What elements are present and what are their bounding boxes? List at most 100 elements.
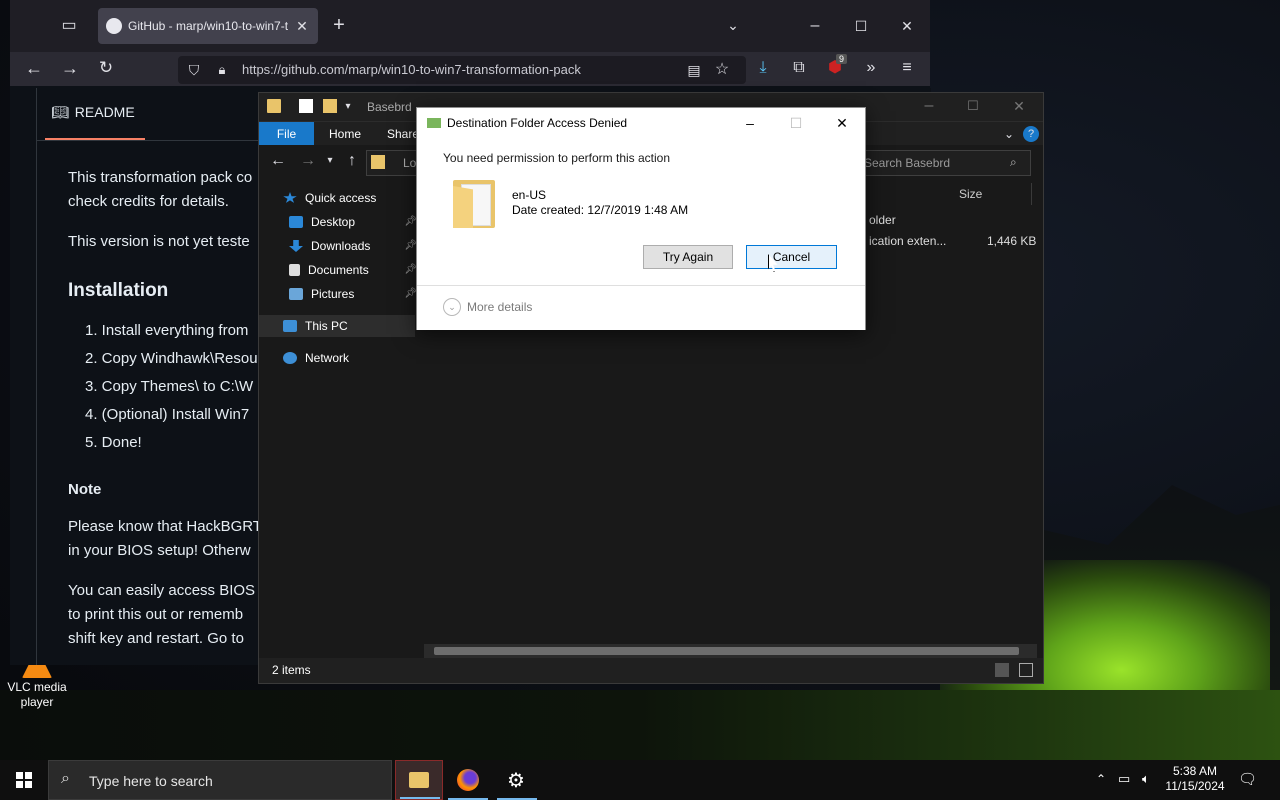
network-icon [283,352,297,364]
clock[interactable]: 5:38 AM 11/15/2024 [1160,764,1230,794]
chevron-down-icon[interactable]: ⌄ [724,17,742,33]
note-line: Please know that HackBGRT [68,518,262,535]
overflow-menu-icon[interactable]: » [862,60,880,76]
details-view-icon[interactable] [995,663,1009,677]
nav-this-pc[interactable]: This PC [259,315,415,337]
browser-tab[interactable]: GitHub - marp/win10-to-win7-transformati… [98,8,318,44]
new-tab-icon[interactable]: + [330,15,348,35]
maximize-icon[interactable]: ☐ [852,18,870,34]
taskbar-file-explorer[interactable] [395,760,443,800]
nav-label: Pictures [311,287,355,301]
nav-label: This PC [305,319,348,333]
url-bar[interactable]: ⛉ 🔒︎ https://github.com/marp/win10-to-wi… [178,56,746,84]
close-icon[interactable]: ✕ [819,112,865,134]
dialog-title: Destination Folder Access Denied [447,116,628,130]
shield-icon[interactable]: ⛉ [186,62,202,78]
large-icons-view-icon[interactable] [1019,663,1033,677]
back-icon[interactable]: ← [269,153,287,169]
navigation-pane: Quick access Desktop 📌︎ Downloads 📌︎ Docum… [259,183,417,653]
back-icon[interactable]: ← [24,59,44,77]
forward-icon[interactable]: → [299,153,317,169]
help-icon[interactable]: ? [1023,126,1039,142]
minimize-icon[interactable]: – [727,112,773,134]
extension-badge: 9 [836,54,848,64]
nav-downloads[interactable]: Downloads 📌︎ [289,235,417,257]
desktop-icon [289,216,303,228]
explorer-search-input[interactable]: Search Basebrd ⌕ [859,150,1031,176]
bookmark-star-icon[interactable]: ☆ [714,62,730,78]
running-indicator [400,797,440,799]
properties-icon[interactable] [299,99,313,113]
dialog-message: You need permission to perform this acti… [443,151,671,165]
horizontal-scrollbar[interactable] [424,644,1037,658]
lock-icon[interactable]: 🔒︎ [214,62,230,78]
try-again-button[interactable]: Try Again [643,245,733,269]
minimize-icon[interactable]: – [921,98,937,114]
item-count: 2 items [272,663,311,677]
file-type: ication exten... [869,234,947,248]
install-step: 3. Copy Themes\ to C:\W [85,378,254,395]
computer-icon [283,320,297,332]
readme-tab[interactable]: 📖︎ README [51,104,135,121]
ribbon-tab-share[interactable]: Share [387,127,419,141]
hamburger-menu-icon[interactable]: ≡ [898,60,916,76]
extensions-icon[interactable]: ⧉ [790,60,808,76]
start-button[interactable] [0,760,48,800]
taskbar-firefox[interactable] [444,760,492,800]
taskbar-search-box[interactable]: ⌕ Type here to search [48,760,392,800]
close-icon[interactable]: ✕ [1011,98,1027,114]
reader-view-icon[interactable]: ▤ [686,62,702,78]
new-folder-icon[interactable] [323,99,337,113]
recent-locations-icon[interactable]: ▾ [325,153,335,169]
reload-icon[interactable]: ↻ [96,59,116,76]
download-arrow-icon [289,240,303,252]
forward-icon[interactable]: → [60,59,80,77]
nav-label: Network [305,351,350,365]
chevron-up-icon[interactable]: ⌃ [1096,772,1106,786]
nav-network[interactable]: Network [283,347,411,369]
install-step: 2. Copy Windhawk\Resou [85,350,258,367]
file-type: older [869,213,896,227]
cancel-button[interactable]: Cancel [746,245,837,269]
chevron-down-icon[interactable]: ⌄ [443,298,461,316]
desktop-icon-vlc[interactable]: VLC media player [4,660,70,710]
note-line: in your BIOS setup! Otherw [68,542,251,559]
notifications-icon[interactable]: 🗨︎ [1238,770,1257,788]
close-tab-icon[interactable]: ✕ [294,18,310,34]
search-icon: ⌕ [1010,155,1017,169]
nav-desktop[interactable]: Desktop 📌︎ [289,211,417,233]
nav-label: Quick access [305,191,377,205]
maximize-icon[interactable]: ☐ [965,98,981,114]
downloads-icon[interactable]: ⤓ [754,60,772,76]
network-icon[interactable]: ▭ [1118,771,1130,787]
status-bar: 2 items [259,658,1043,683]
scrollbar-thumb[interactable] [434,647,1019,655]
readme-tab-label: README [74,104,135,120]
grass-background [0,690,1280,760]
up-icon[interactable]: ↑ [343,153,361,169]
heading-note: Note [68,481,102,498]
volume-muted-icon[interactable]: 🔈︎ [1142,771,1150,787]
quick-toolbar-dropdown-icon[interactable]: ▾ [343,99,353,115]
item-date-created: Date created: 12/7/2019 1:48 AM [512,203,689,217]
firefox-icon [457,769,479,791]
search-placeholder: Search Basebrd [864,156,951,170]
nav-label: Downloads [311,239,371,253]
ribbon-tab-home[interactable]: Home [329,127,361,141]
more-details-button[interactable]: More details [467,300,532,314]
browser-toolbar: ← → ↻ ⛉ 🔒︎ https://github.com/marp/win10… [10,52,930,86]
ribbon-expand-icon[interactable]: ⌄ [1003,126,1015,142]
tab-list-icon[interactable]: ▭ [60,18,78,34]
taskbar-settings[interactable]: ⚙︎ [493,760,541,800]
column-header-size[interactable]: Size [959,187,982,201]
github-icon [106,18,122,34]
nav-quick-access[interactable]: Quick access [283,187,411,209]
minimize-icon[interactable]: – [806,18,824,34]
dialog-footer: ⌄ More details [417,285,865,330]
nav-documents[interactable]: Documents 📌︎ [289,259,417,281]
clock-date: 11/15/2024 [1165,779,1225,793]
folder-icon [371,155,385,169]
nav-pictures[interactable]: Pictures 📌︎ [289,283,417,305]
close-window-icon[interactable]: ✕ [898,18,916,34]
ribbon-tab-file[interactable]: File [259,122,314,146]
